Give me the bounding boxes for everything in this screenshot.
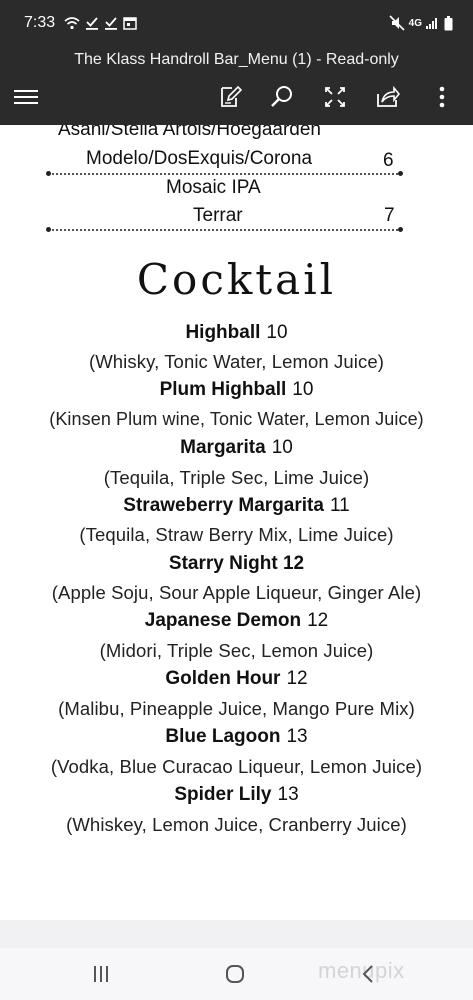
cocktail-price: 13 xyxy=(286,726,308,747)
back-button[interactable] xyxy=(353,961,383,987)
divider-end xyxy=(46,227,51,232)
cocktail-title: Straweberry Margarita 11 xyxy=(0,495,473,517)
edit-button[interactable] xyxy=(216,84,244,110)
cocktail-name: Japanese Demon xyxy=(144,610,302,631)
cocktail-ingredients: (Apple Soju, Sour Apple Liqueur, Ginger … xyxy=(51,582,422,603)
dotted-divider xyxy=(48,229,402,231)
fullscreen-button[interactable] xyxy=(321,84,349,110)
status-right: 4G xyxy=(389,15,453,31)
more-options-button[interactable] xyxy=(428,84,456,110)
cocktail-title: Japanese Demon 12 xyxy=(0,610,473,632)
beer-line: Modelo/DosExquis/Corona xyxy=(86,148,313,169)
app-bar: The Klass Handroll Bar_Menu (1) - Read-o… xyxy=(0,46,473,125)
cocktail-ingredients: (Tequila, Straw Berry Mix, Lime Juice) xyxy=(79,524,394,545)
cocktail-price: 12 xyxy=(286,668,308,689)
share-icon xyxy=(377,86,400,107)
cocktail-price: 10 xyxy=(266,322,288,343)
recent-apps-button[interactable] xyxy=(86,961,116,987)
beer-line: Mosaic IPA xyxy=(166,177,261,198)
beer-price: 7 xyxy=(384,205,395,226)
search-icon xyxy=(271,86,292,107)
beer-line: Terrar xyxy=(193,205,243,226)
home-button[interactable] xyxy=(220,961,250,987)
download-done-icon xyxy=(104,16,118,30)
cocktail-ingredients: (Whiskey, Lemon Juice, Cranberry Juice) xyxy=(66,814,407,835)
cocktail-name: Golden Hour xyxy=(165,668,281,689)
cocktail-title: Spider Lily 13 xyxy=(0,784,473,806)
cocktail-price: 13 xyxy=(277,784,299,805)
share-button[interactable] xyxy=(374,84,402,110)
cocktail-name: Spider Lily xyxy=(174,784,272,805)
dotted-divider xyxy=(48,173,402,175)
network-type: 4G xyxy=(408,17,422,29)
menu-icon xyxy=(14,90,38,104)
beer-line-partial: Asahi/Stella Artois/Hoegaarden xyxy=(58,125,321,140)
status-left: 7:33 xyxy=(24,14,137,32)
cocktail-title: Plum Highball 10 xyxy=(0,379,473,401)
battery-icon xyxy=(444,15,453,31)
navigation-bar: menupix xyxy=(0,948,473,1000)
page-gap xyxy=(0,920,473,948)
download-done-icon xyxy=(85,16,99,30)
calendar-icon xyxy=(123,16,137,30)
mute-icon xyxy=(389,15,405,31)
more-icon xyxy=(439,86,445,108)
section-title: Cocktail xyxy=(136,255,337,304)
cocktail-title: Highball 10 xyxy=(0,322,473,344)
cocktail-ingredients: (Kinsen Plum wine, Tonic Water, Lemon Ju… xyxy=(49,409,424,429)
cocktail-ingredients: (Whisky, Tonic Water, Lemon Juice) xyxy=(88,351,385,372)
cocktail-title: Golden Hour 12 xyxy=(0,668,473,690)
cocktail-name: Straweberry Margarita xyxy=(123,495,324,516)
recent-apps-icon xyxy=(94,966,108,982)
home-icon xyxy=(226,965,244,983)
document-viewer[interactable]: Asahi/Stella Artois/Hoegaarden Modelo/Do… xyxy=(0,125,473,920)
divider-end xyxy=(46,171,51,176)
menu-button[interactable] xyxy=(12,84,40,110)
cocktail-name: Highball xyxy=(185,322,261,343)
cocktail-ingredients: (Malibu, Pineapple Juice, Mango Pure Mix… xyxy=(58,698,415,719)
cocktail-ingredients: (Midori, Triple Sec, Lemon Juice) xyxy=(99,640,374,661)
cocktail-title: Margarita 10 xyxy=(0,437,473,459)
wifi-icon xyxy=(64,16,80,30)
back-icon xyxy=(362,965,373,983)
status-time: 7:33 xyxy=(24,14,56,31)
cocktail-ingredients: (Vodka, Blue Curacao Liqueur, Lemon Juic… xyxy=(50,756,423,777)
cocktail-ingredients: (Tequila, Triple Sec, Lime Juice) xyxy=(103,467,370,488)
cocktail-name: Plum Highball xyxy=(159,379,287,400)
divider-end xyxy=(398,171,403,176)
cocktail-title: Blue Lagoon 13 xyxy=(0,726,473,748)
cocktail-name: Blue Lagoon xyxy=(165,726,281,747)
beer-price: 6 xyxy=(383,150,394,171)
signal-icon xyxy=(426,17,440,29)
cocktail-price: 11 xyxy=(329,495,350,516)
status-bar: 7:33 4G xyxy=(0,0,473,46)
edit-icon xyxy=(221,85,242,107)
fullscreen-icon xyxy=(325,87,345,107)
cocktail-name: Starry Night 12 xyxy=(168,553,305,574)
search-button[interactable] xyxy=(268,84,296,110)
cocktail-price: 12 xyxy=(307,610,329,631)
cocktail-price: 10 xyxy=(271,437,293,458)
divider-end xyxy=(398,227,403,232)
cocktail-price: 10 xyxy=(292,379,314,400)
document-title: The Klass Handroll Bar_Menu (1) - Read-o… xyxy=(74,51,399,68)
cocktail-title: Starry Night 12 xyxy=(0,553,473,575)
cocktail-name: Margarita xyxy=(180,437,266,458)
